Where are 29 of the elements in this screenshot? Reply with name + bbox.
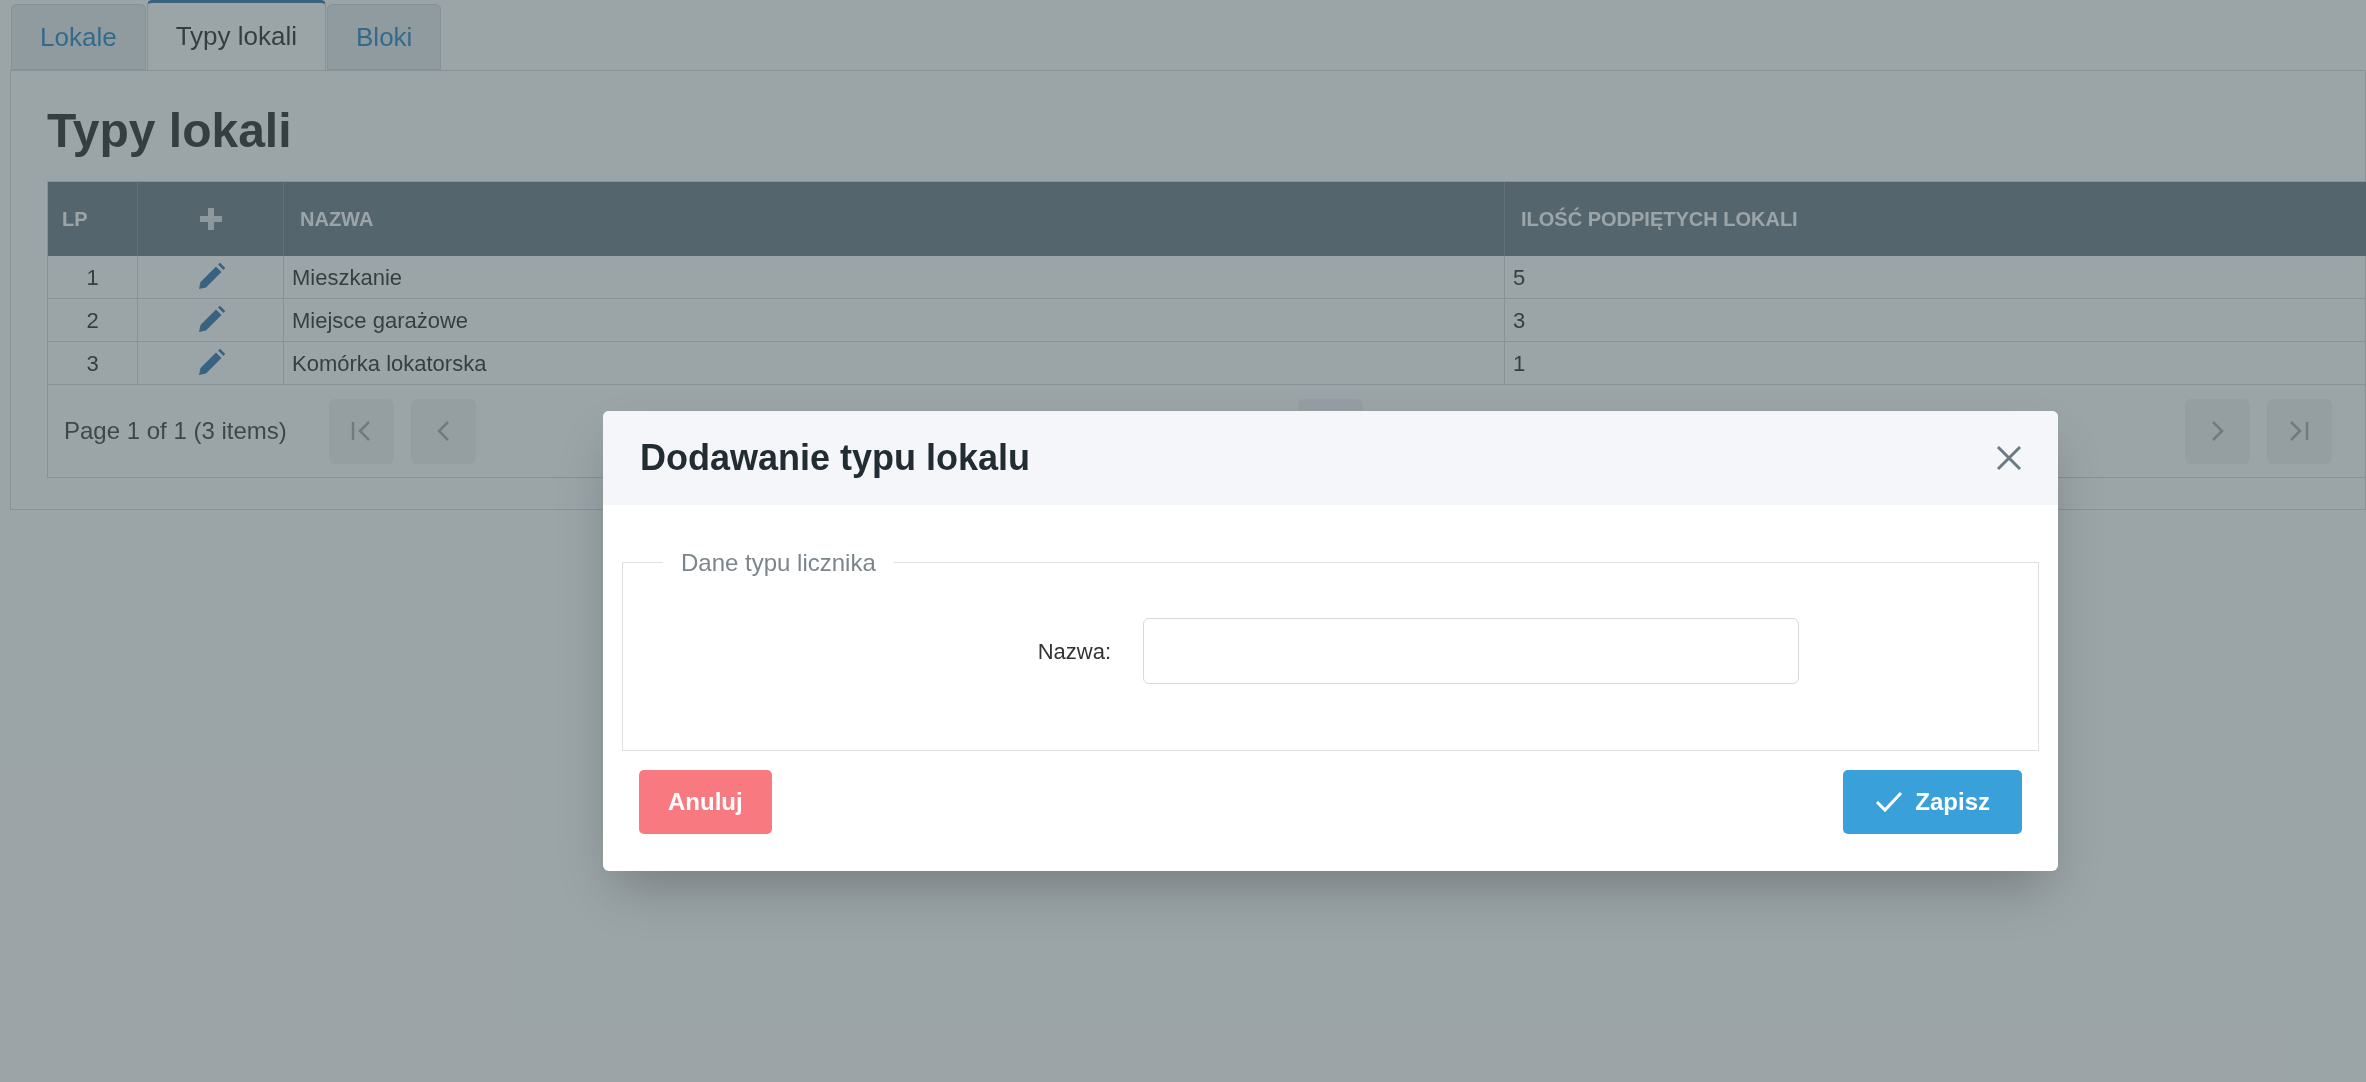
table-cell-text: 1 [86,263,99,292]
table-cell-text: 1 [1513,349,1526,378]
chevron-right-icon [2210,420,2224,442]
column-header: NAZWA [300,207,374,232]
dialog-title: Dodawanie typu lokalu [640,436,1031,480]
add-icon[interactable] [197,206,224,232]
table-cell-text: 5 [1513,263,1526,292]
tab[interactable]: Lokale [11,4,146,70]
column-header: ILOŚĆ PODPIĘTYCH LOKALI [1521,206,1798,232]
table-cell-text: Komórka lokatorska [292,349,487,378]
name-input[interactable] [1143,618,1799,684]
check-icon [1875,790,1904,814]
column-header: LP [62,207,88,232]
first-page-icon [351,420,372,442]
cancel-button[interactable]: Anuluj [639,770,772,834]
table-cell-text: 3 [86,349,99,378]
close-icon[interactable] [1996,445,2022,471]
tab[interactable]: Bloki [327,4,442,70]
table-cell-text: Mieszkanie [292,263,403,292]
chevron-left-icon [436,420,450,442]
last-page-icon [2289,420,2310,442]
table-cell-text: 2 [86,306,99,335]
pager-summary: Page 1 of 1 (3 items) [64,416,287,446]
page-heading: Typy lokali [47,107,292,155]
table-cell-text: 3 [1513,306,1526,335]
save-button[interactable]: Zapisz [1843,770,2022,834]
tab[interactable]: Typy lokali [146,0,326,70]
field-label: Nazwa: [1036,637,1111,666]
table-cell-text: Miejsce garażowe [292,306,469,335]
